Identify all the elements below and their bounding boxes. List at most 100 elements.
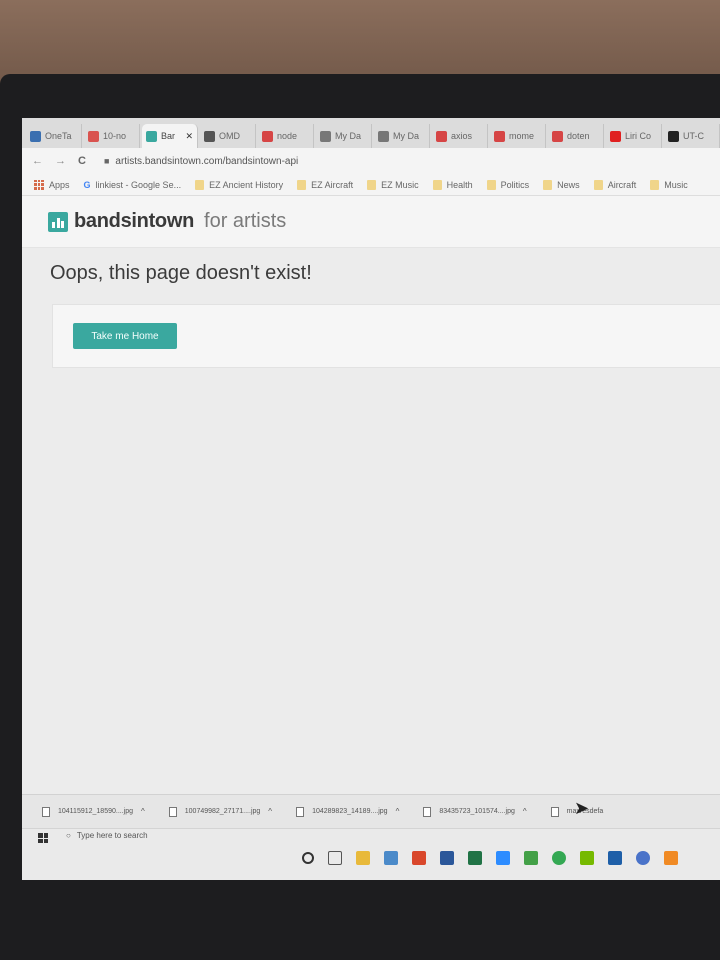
tab-10[interactable]: Liri Co: [606, 124, 662, 148]
file-icon: [550, 806, 559, 817]
folder-icon: [195, 179, 205, 190]
download-filename: 104289823_14189....jpg: [312, 808, 388, 815]
heart-icon: [88, 130, 99, 142]
folder-icon: [486, 179, 496, 190]
excel-icon[interactable]: [468, 851, 482, 865]
cortana-icon[interactable]: [302, 852, 314, 864]
tab-0[interactable]: OneTa: [26, 124, 82, 148]
file-icon: [42, 806, 50, 817]
download-item[interactable]: 104289823_14189....jpg ^: [296, 806, 400, 817]
folder-icon: [367, 179, 377, 190]
download-item[interactable]: 83435723_101574....jpg ^: [423, 806, 527, 817]
download-item[interactable]: 100749982_27171....jpg ^: [168, 806, 272, 817]
bookmark-8[interactable]: Aircraft: [593, 179, 637, 190]
bookmark-label: News: [557, 179, 580, 190]
folder-icon: [432, 179, 442, 190]
downloads-shelf: 104115912_18590....jpg ^ 100749982_27171..…: [22, 794, 720, 828]
office-icon[interactable]: [412, 851, 426, 865]
bookmark-label: linkiest - Google Se...: [95, 179, 182, 190]
bookmark-label: EZ Music: [381, 179, 419, 190]
download-filename: 104115912_18590....jpg: [58, 808, 133, 815]
vlc-icon[interactable]: [664, 851, 678, 865]
chevron-up-icon[interactable]: ^: [268, 807, 272, 816]
paw-icon: [204, 130, 215, 142]
folder-icon: [297, 179, 307, 190]
file-explorer-icon[interactable]: [356, 851, 370, 865]
tab-4[interactable]: node: [258, 124, 314, 148]
tab-6[interactable]: My Da: [374, 124, 430, 148]
tab-label: doten: [567, 131, 590, 141]
bookmark-4[interactable]: EZ Music: [367, 179, 419, 190]
n-box-icon: [262, 130, 273, 142]
tab-label: My Da: [393, 131, 420, 141]
screen: OneTa 10-no Bar ✕ OMD node My Da My Da axios mome…: [22, 118, 720, 880]
tab-label: 10-no: [103, 131, 127, 141]
bookmark-1[interactable]: Glinkiest - Google Se...: [84, 180, 182, 190]
back-button[interactable]: ←: [32, 155, 43, 167]
reload-button[interactable]: C: [78, 155, 86, 167]
tab-7[interactable]: axios: [432, 124, 488, 148]
chrome-icon[interactable]: [552, 851, 566, 865]
search-icon: ○: [66, 831, 71, 840]
task-view-icon[interactable]: [328, 851, 342, 865]
n-box-icon: [494, 130, 505, 142]
close-tab-icon[interactable]: ✕: [185, 131, 193, 142]
tab-label: My Da: [335, 131, 362, 141]
bandsintown-logo-icon[interactable]: [48, 211, 68, 232]
url-text: artists.bandsintown.com/bandsintown-api: [115, 155, 299, 167]
app-green-icon[interactable]: [524, 851, 538, 865]
tab-label: OneTa: [45, 131, 72, 141]
tab-label: OMD: [219, 131, 240, 141]
windows-start-icon[interactable]: [38, 833, 48, 843]
take-me-home-button[interactable]: Take me Home: [73, 323, 177, 349]
bookmark-label: Politics: [500, 179, 530, 190]
bookmark-label: Apps: [49, 179, 70, 190]
app-circle-icon[interactable]: [636, 851, 650, 865]
tab-1[interactable]: 10-no: [84, 124, 140, 148]
bookmark-label: Aircraft: [607, 179, 637, 190]
bookmark-3[interactable]: EZ Aircraft: [297, 179, 353, 190]
bookmark-label: Music: [664, 179, 688, 190]
brand-name[interactable]: bandsintown: [74, 210, 194, 233]
bookmark-2[interactable]: EZ Ancient History: [195, 179, 283, 190]
taskbar-search-placeholder: Type here to search: [76, 831, 148, 840]
nvidia-icon[interactable]: [580, 851, 594, 865]
bandsintown-icon: [146, 130, 157, 142]
tab-strip: OneTa 10-no Bar ✕ OMD node My Da My Da axios mome…: [22, 118, 720, 148]
forward-button[interactable]: →: [55, 155, 66, 167]
tab-2[interactable]: Bar ✕: [142, 124, 198, 148]
tab-3[interactable]: OMD: [200, 124, 256, 148]
bookmark-0[interactable]: Apps: [34, 179, 70, 190]
chevron-up-icon[interactable]: ^: [141, 807, 145, 816]
tab-5[interactable]: My Da: [316, 124, 372, 148]
error-title: Oops, this page doesn't exist!: [50, 262, 312, 284]
store-icon[interactable]: [384, 851, 398, 865]
address-row: ← → C ■ artists.bandsintown.com/bandsint…: [22, 148, 720, 174]
bookmark-5[interactable]: Health: [432, 179, 473, 190]
tab-9[interactable]: doten: [548, 124, 604, 148]
tab-8[interactable]: mome: [490, 124, 546, 148]
app-blue-icon[interactable]: [608, 851, 622, 865]
word-icon[interactable]: [440, 851, 454, 865]
tab-label: node: [277, 131, 298, 141]
tab-label: Bar: [161, 131, 176, 141]
circle-icon: [378, 130, 389, 142]
brand-subtitle: for artists: [204, 210, 287, 232]
bookmark-6[interactable]: Politics: [486, 179, 530, 190]
tab-label: UT-C: [683, 131, 704, 141]
tab-11[interactable]: UT-C: [664, 124, 720, 148]
apps-grid-icon: [34, 179, 44, 190]
download-item[interactable]: 104115912_18590....jpg ^: [42, 806, 145, 817]
bookmark-label: Health: [446, 179, 473, 190]
tab-label: mome: [509, 131, 535, 141]
error-card: Take me Home: [52, 304, 720, 368]
bookmark-7[interactable]: News: [543, 179, 580, 190]
chevron-up-icon[interactable]: ^: [523, 807, 527, 816]
taskbar-search[interactable]: ○ Type here to search: [66, 831, 148, 840]
chevron-up-icon[interactable]: ^: [396, 807, 400, 816]
taskbar-apps: [302, 851, 678, 865]
zoom-icon[interactable]: [496, 851, 510, 865]
bookmark-9[interactable]: Music: [650, 179, 688, 190]
address-bar[interactable]: ■ artists.bandsintown.com/bandsintown-ap…: [104, 156, 298, 167]
tab-label: axios: [451, 131, 473, 141]
